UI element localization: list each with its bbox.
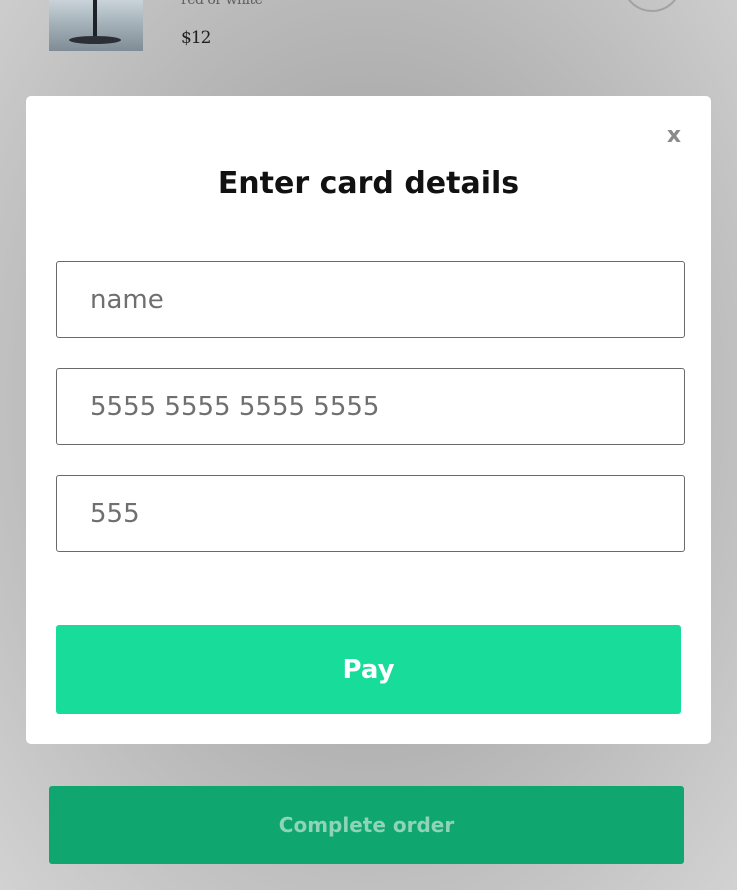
- modal-title: Enter card details: [217, 166, 520, 201]
- pay-button[interactable]: Pay: [56, 625, 681, 714]
- product-variant: red or white: [181, 0, 263, 8]
- wine-glass-stem: [93, 0, 97, 36]
- name-input[interactable]: [56, 261, 685, 338]
- complete-order-button[interactable]: Complete order: [49, 786, 684, 864]
- product-price: $12: [181, 28, 211, 48]
- card-details-modal: x Enter card details Pay: [26, 96, 711, 744]
- card-number-input[interactable]: [56, 368, 685, 445]
- close-button[interactable]: x: [661, 120, 687, 150]
- product-image: [49, 0, 143, 51]
- wine-glass-base: [69, 36, 121, 44]
- cvc-input[interactable]: [56, 475, 685, 552]
